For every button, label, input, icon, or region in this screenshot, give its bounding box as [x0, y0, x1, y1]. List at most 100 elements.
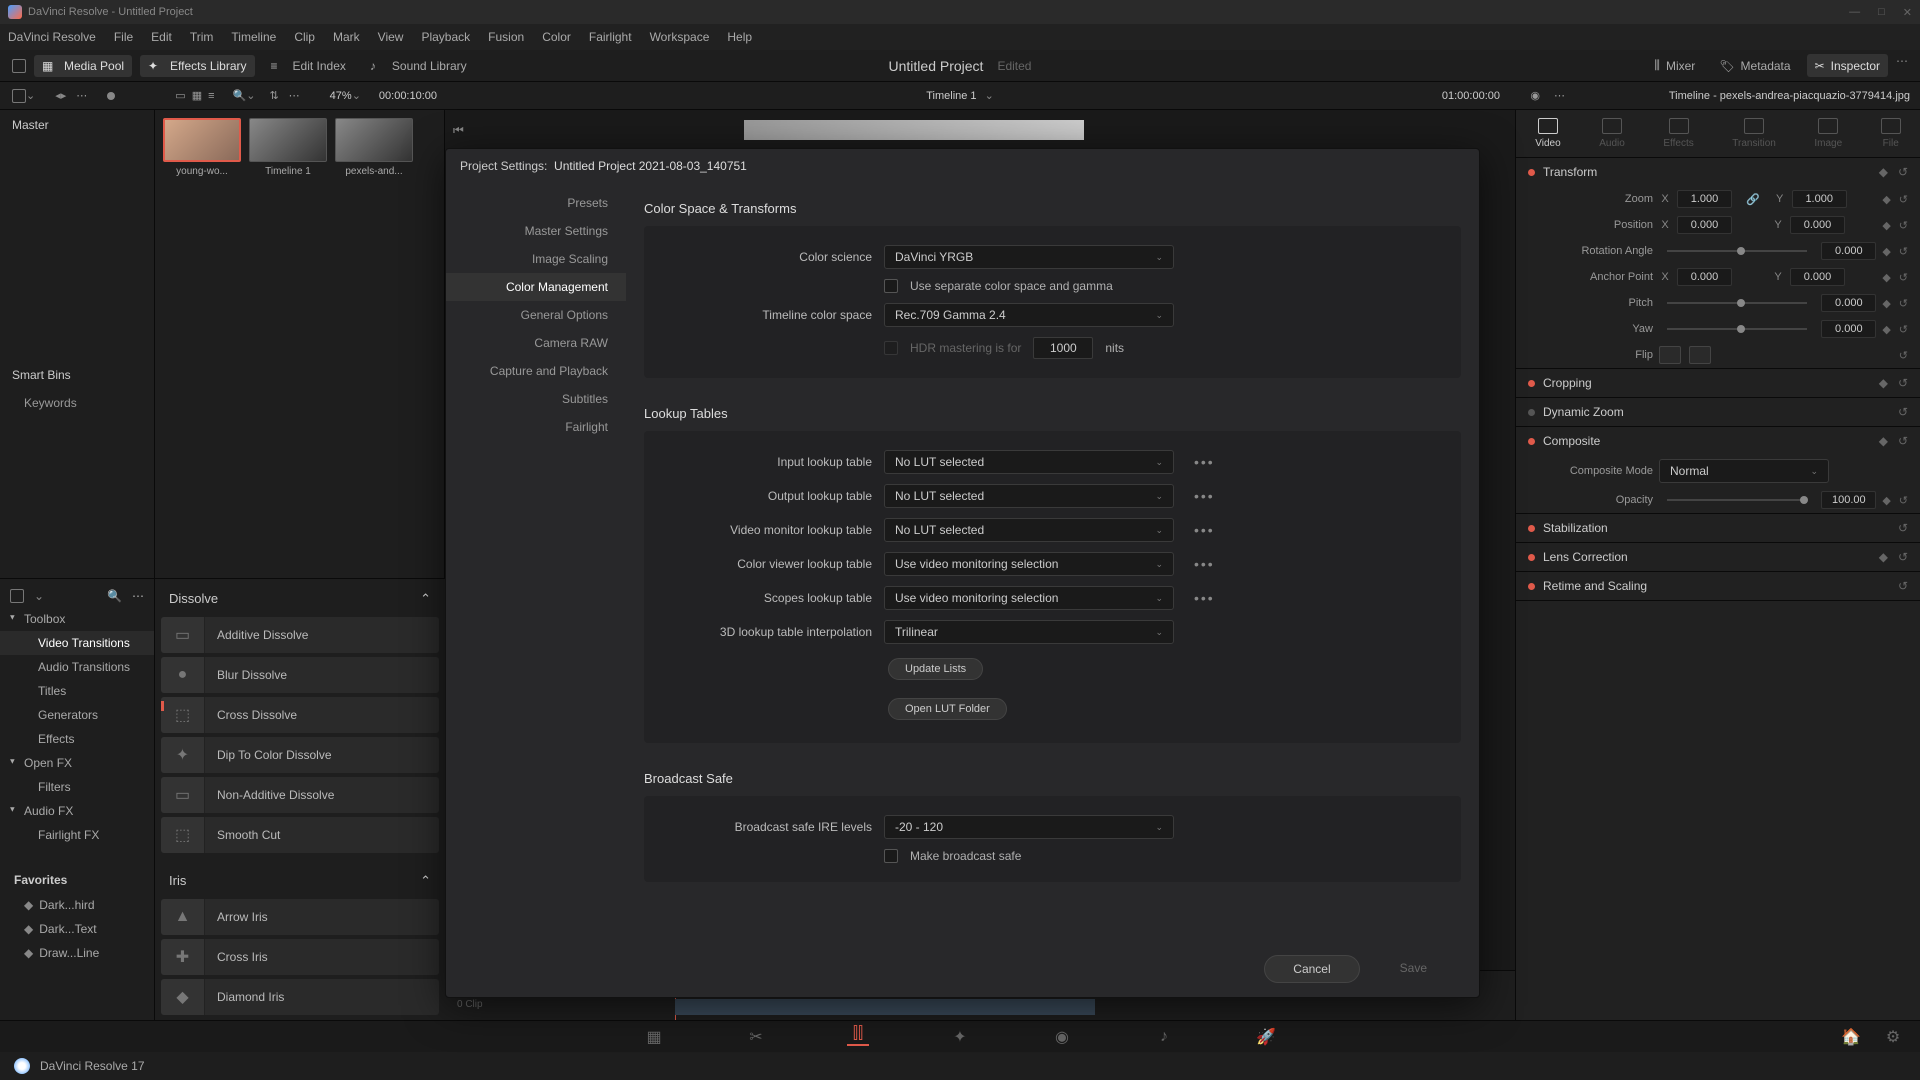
nav-general-options[interactable]: General Options — [446, 301, 626, 329]
tab-image[interactable]: Image — [1814, 118, 1842, 149]
effects-library-button[interactable]: ✦ Effects Library — [140, 55, 254, 77]
input-lut-more-button[interactable]: ••• — [1194, 454, 1215, 470]
color-science-select[interactable]: DaVinci YRGB⌄ — [884, 245, 1174, 269]
nav-presets[interactable]: Presets — [446, 189, 626, 217]
hdr-nits-input[interactable]: 1000 — [1033, 337, 1093, 359]
reset-icon[interactable]: ↺ — [1898, 376, 1908, 390]
viewer-lut-more-button[interactable]: ••• — [1194, 556, 1215, 572]
zoom-percent[interactable]: 47% — [330, 90, 352, 102]
scopes-lut-more-button[interactable]: ••• — [1194, 590, 1215, 606]
update-lists-button[interactable]: Update Lists — [888, 658, 983, 680]
menu-clip[interactable]: Clip — [294, 30, 315, 44]
nav-subtitles[interactable]: Subtitles — [446, 385, 626, 413]
fx-layout-icon[interactable] — [10, 589, 24, 603]
more-icon[interactable]: ⋯ — [1896, 54, 1908, 77]
fx-search-icon[interactable]: 🔍 — [107, 589, 122, 603]
effect-item[interactable]: ✦Dip To Color Dissolve — [161, 737, 439, 773]
keyframe-icon[interactable]: ◆ — [1882, 323, 1890, 336]
home-icon[interactable]: 🏠 — [1840, 1028, 1862, 1046]
effect-item[interactable]: ✚Cross Iris — [161, 939, 439, 975]
media-clip[interactable]: pexels-and... — [335, 118, 413, 177]
mixer-button[interactable]: ⫼ Mixer — [1646, 54, 1703, 77]
metadata-button[interactable]: 🏷 Metadata — [1711, 54, 1798, 77]
ire-select[interactable]: -20 - 120⌄ — [884, 815, 1174, 839]
timeline-colorspace-select[interactable]: Rec.709 Gamma 2.4⌄ — [884, 303, 1174, 327]
pitch-slider[interactable] — [1667, 302, 1807, 304]
smart-bins-header[interactable]: Smart Bins — [0, 360, 154, 390]
media-clip[interactable]: Timeline 1 — [249, 118, 327, 177]
keyframe-icon[interactable]: ◆ — [1882, 219, 1890, 232]
monitor-lut-select[interactable]: No LUT selected⌄ — [884, 518, 1174, 542]
bypass-icon[interactable]: ◉ — [1530, 89, 1540, 102]
menu-file[interactable]: File — [114, 30, 133, 44]
keyframe-icon[interactable]: ◆ — [1882, 297, 1890, 310]
sort-icon[interactable]: ⇅ — [269, 89, 278, 102]
play-start-icon[interactable]: ⏮ — [453, 123, 464, 138]
timeline-chevron-icon[interactable] — [985, 89, 994, 102]
transform-header[interactable]: Transform◆↺ — [1516, 158, 1920, 186]
nav-camera-raw[interactable]: Camera RAW — [446, 329, 626, 357]
reset-icon[interactable]: ↺ — [1899, 297, 1908, 310]
view-mode-grid-icon[interactable]: ▦ — [192, 89, 202, 102]
monitor-lut-more-button[interactable]: ••• — [1194, 522, 1215, 538]
enable-dot-icon[interactable] — [1528, 525, 1535, 532]
menu-fusion[interactable]: Fusion — [488, 30, 524, 44]
keyframe-icon[interactable]: ◆ — [1879, 550, 1888, 564]
output-lut-more-button[interactable]: ••• — [1194, 488, 1215, 504]
keyframe-icon[interactable]: ◆ — [1879, 376, 1888, 390]
keyframe-icon[interactable]: ◆ — [1882, 245, 1890, 258]
dynamic-zoom-header[interactable]: Dynamic Zoom↺ — [1516, 398, 1920, 426]
collapse-icon[interactable]: ⌃ — [420, 873, 431, 889]
reset-icon[interactable]: ↺ — [1899, 193, 1908, 206]
zoom-y-input[interactable]: 1.000 — [1792, 190, 1847, 208]
viewer-lut-select[interactable]: Use video monitoring selection⌄ — [884, 552, 1174, 576]
reset-icon[interactable]: ↺ — [1899, 271, 1908, 284]
tab-transition[interactable]: Transition — [1732, 118, 1776, 149]
lens-header[interactable]: Lens Correction◆↺ — [1516, 543, 1920, 571]
tree-toolbox[interactable]: Toolbox — [0, 607, 154, 631]
menu-workspace[interactable]: Workspace — [650, 30, 710, 44]
output-lut-select[interactable]: No LUT selected⌄ — [884, 484, 1174, 508]
menu-timeline[interactable]: Timeline — [231, 30, 276, 44]
close-icon[interactable]: ✕ — [1903, 6, 1912, 19]
edit-index-button[interactable]: ≡ Edit Index — [263, 55, 354, 77]
tab-audio[interactable]: Audio — [1599, 118, 1625, 149]
fx-more-icon[interactable]: ⋯ — [132, 589, 144, 603]
search-icon[interactable]: 🔍 — [233, 89, 247, 102]
effect-item[interactable]: ◆Diamond Iris — [161, 979, 439, 1015]
tree-fairlightfx[interactable]: Fairlight FX — [0, 823, 154, 847]
audio-clip[interactable] — [675, 999, 1095, 1015]
interp-select[interactable]: Trilinear⌄ — [884, 620, 1174, 644]
enable-dot-icon[interactable] — [1528, 409, 1535, 416]
nav-fairlight[interactable]: Fairlight — [446, 413, 626, 441]
link-icon[interactable]: 🔗 — [1746, 193, 1760, 206]
edit-page-icon[interactable]: ⫿⫿ — [847, 1028, 869, 1046]
favorite-item[interactable]: ◆Dark...hird — [0, 893, 154, 917]
reset-icon[interactable]: ↺ — [1899, 245, 1908, 258]
favorite-item[interactable]: ◆Draw...Line — [0, 941, 154, 965]
anchor-y-input[interactable]: 0.000 — [1790, 268, 1845, 286]
rotation-slider[interactable] — [1667, 250, 1807, 252]
view-mode-list-icon[interactable]: ≡ — [208, 90, 214, 102]
enable-dot-icon[interactable] — [1528, 380, 1535, 387]
tree-effects[interactable]: Effects — [0, 727, 154, 751]
bin-more-icon[interactable]: ⋯ — [289, 89, 300, 102]
nav-image-scaling[interactable]: Image Scaling — [446, 245, 626, 273]
minimize-icon[interactable]: — — [1849, 6, 1860, 19]
zoom-chevron-icon[interactable] — [352, 89, 361, 102]
yaw-input[interactable]: 0.000 — [1821, 320, 1876, 338]
view-mode-1-icon[interactable]: ▭ — [175, 89, 185, 102]
keyframe-icon[interactable]: ◆ — [1879, 165, 1888, 179]
tree-audiofx[interactable]: Audio FX — [0, 799, 154, 823]
reset-icon[interactable]: ↺ — [1898, 434, 1908, 448]
pos-x-input[interactable]: 0.000 — [1677, 216, 1732, 234]
menu-color[interactable]: Color — [542, 30, 571, 44]
group-dissolve[interactable]: Dissolve — [169, 591, 218, 607]
reset-icon[interactable]: ↺ — [1898, 521, 1908, 535]
scopes-lut-select[interactable]: Use video monitoring selection⌄ — [884, 586, 1174, 610]
enable-dot-icon[interactable] — [1528, 583, 1535, 590]
enable-dot-icon[interactable] — [1528, 438, 1535, 445]
tree-video-transitions[interactable]: Video Transitions — [0, 631, 154, 655]
nav-master-settings[interactable]: Master Settings — [446, 217, 626, 245]
media-pool-button[interactable]: ▦ Media Pool — [34, 55, 132, 77]
